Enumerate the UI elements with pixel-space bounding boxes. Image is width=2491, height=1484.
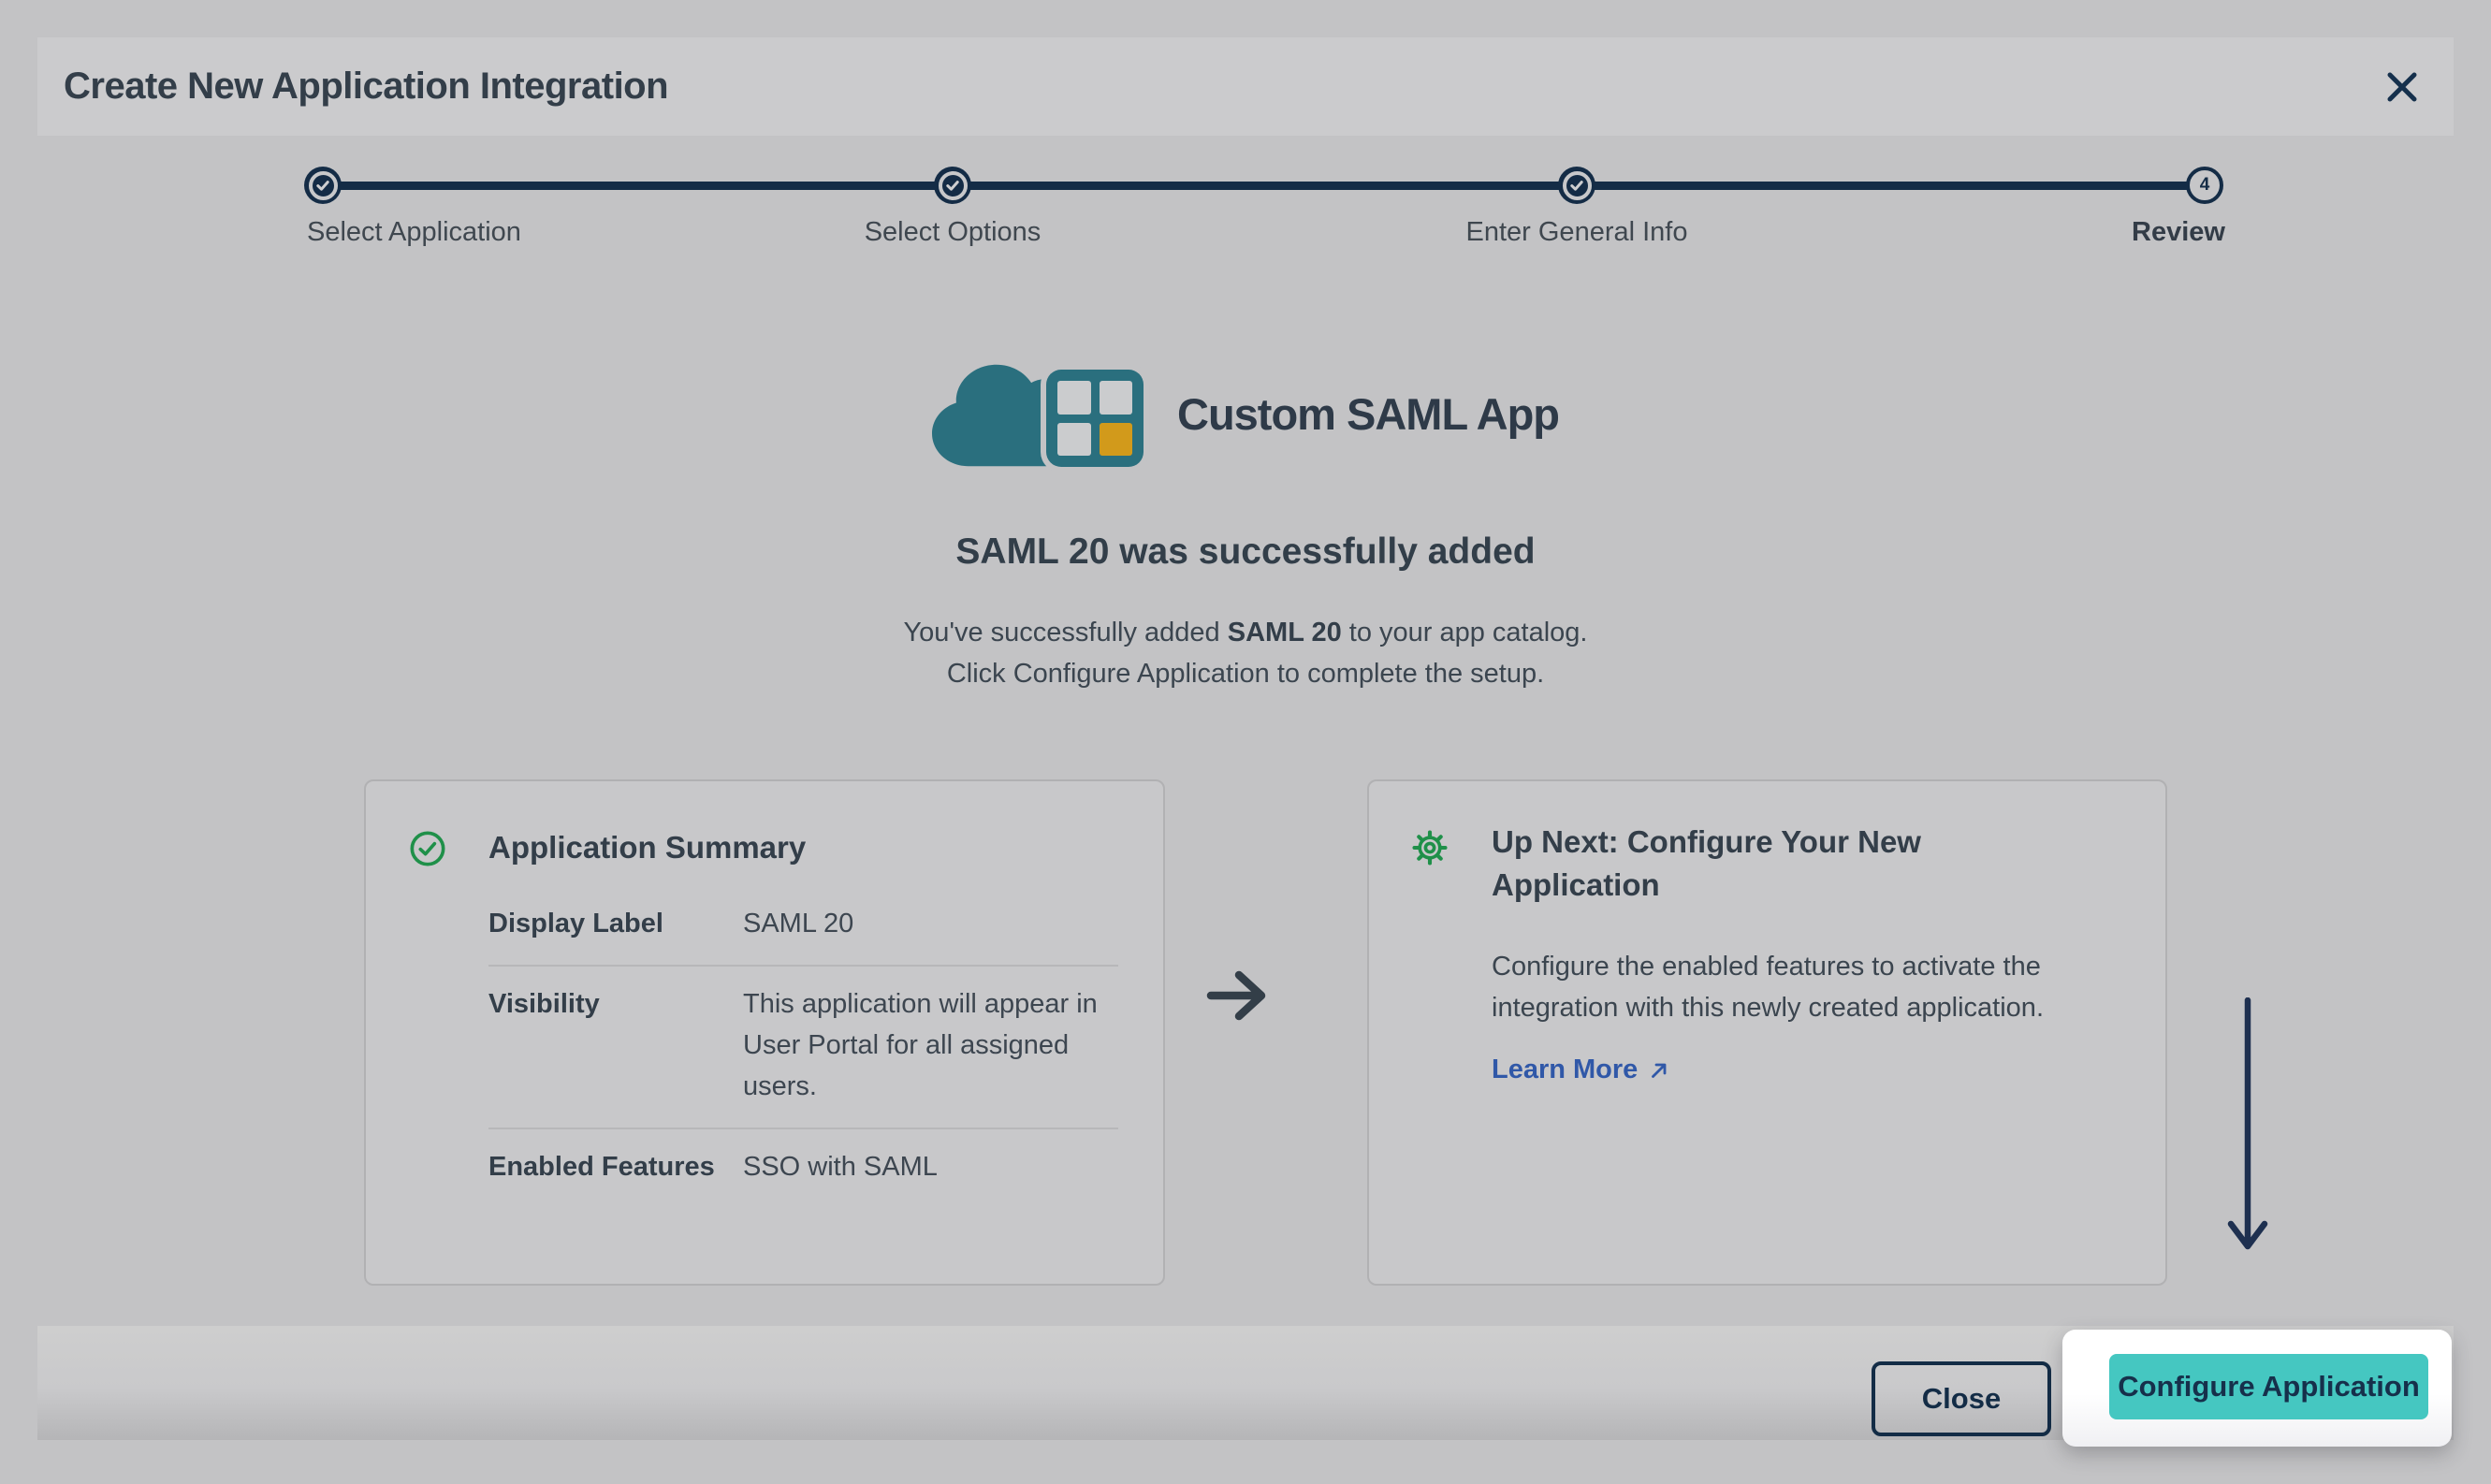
step-label-enter-general-info: Enter General Info	[1466, 217, 1688, 248]
step-label-select-options: Select Options	[865, 217, 1042, 248]
close-button[interactable]: Close	[1872, 1361, 2051, 1436]
table-row: Enabled Features SSO with SAML	[488, 1128, 1118, 1208]
app-grid-icon	[1046, 370, 1144, 467]
step-4-review: 4	[2186, 167, 2223, 204]
check-icon	[939, 171, 968, 200]
grid-cell	[1057, 423, 1091, 457]
summary-rows: Display Label SAML 20 Visibility This ap…	[488, 886, 1118, 1208]
row-label: Visibility	[488, 983, 743, 1107]
check-icon	[309, 171, 338, 200]
row-label: Enabled Features	[488, 1146, 743, 1187]
success-message: You've successfully added SAML 20 to you…	[0, 612, 2491, 694]
arrow-right-icon	[1205, 968, 1269, 1024]
up-next-card: Up Next: Configure Your New Application …	[1367, 779, 2167, 1286]
success-heading: SAML 20 was successfully added	[0, 531, 2491, 573]
up-next-card-title: Up Next: Configure Your New Application	[1492, 821, 1959, 907]
step-2-select-options	[934, 167, 971, 204]
grid-cell	[1057, 381, 1091, 415]
close-icon[interactable]	[2375, 60, 2429, 114]
external-link-icon	[1649, 1060, 1669, 1081]
app-logo: Custom SAML App	[932, 352, 1559, 475]
custom-saml-app-logo-icon	[932, 352, 1144, 475]
check-circle-icon	[409, 830, 446, 872]
check-icon	[1563, 171, 1592, 200]
app-logo-label: Custom SAML App	[1177, 388, 1559, 440]
grid-cell	[1100, 381, 1133, 415]
success-line-2: Click Configure Application to complete …	[0, 653, 2491, 694]
step-label-select-application: Select Application	[307, 217, 521, 248]
up-next-card-body: Configure the enabled features to activa…	[1492, 946, 2100, 1028]
gear-icon	[1412, 830, 1448, 870]
grid-cell-accent	[1100, 423, 1133, 457]
step-1-select-application	[304, 167, 342, 204]
arrow-down-icon	[2227, 997, 2268, 1265]
success-line-1: You've successfully added SAML 20 to you…	[0, 612, 2491, 653]
create-app-integration-modal: Create New Application Integration 4 Sel…	[0, 0, 2491, 1484]
row-value: SAML 20	[743, 903, 1118, 944]
step-label-review: Review	[2132, 217, 2225, 248]
configure-application-button[interactable]: Configure Application	[2109, 1354, 2428, 1419]
learn-more-label: Learn More	[1492, 1055, 1638, 1085]
step-3-enter-general-info	[1558, 167, 1595, 204]
summary-card-title: Application Summary	[488, 826, 806, 869]
coach-mark-spotlight: Configure Application	[2062, 1330, 2452, 1447]
table-row: Visibility This application will appear …	[488, 965, 1118, 1128]
table-row: Display Label SAML 20	[488, 886, 1118, 965]
row-label: Display Label	[488, 903, 743, 944]
application-summary-card: Application Summary Display Label SAML 2…	[364, 779, 1165, 1286]
learn-more-link[interactable]: Learn More	[1492, 1055, 1669, 1085]
row-value: SSO with SAML	[743, 1146, 1118, 1187]
row-value: This application will appear in User Por…	[743, 983, 1118, 1107]
app-name-bold: SAML 20	[1228, 618, 1342, 647]
stepper-track	[323, 182, 2205, 190]
modal-header: Create New Application Integration	[37, 37, 2454, 136]
page-title: Create New Application Integration	[64, 65, 668, 108]
